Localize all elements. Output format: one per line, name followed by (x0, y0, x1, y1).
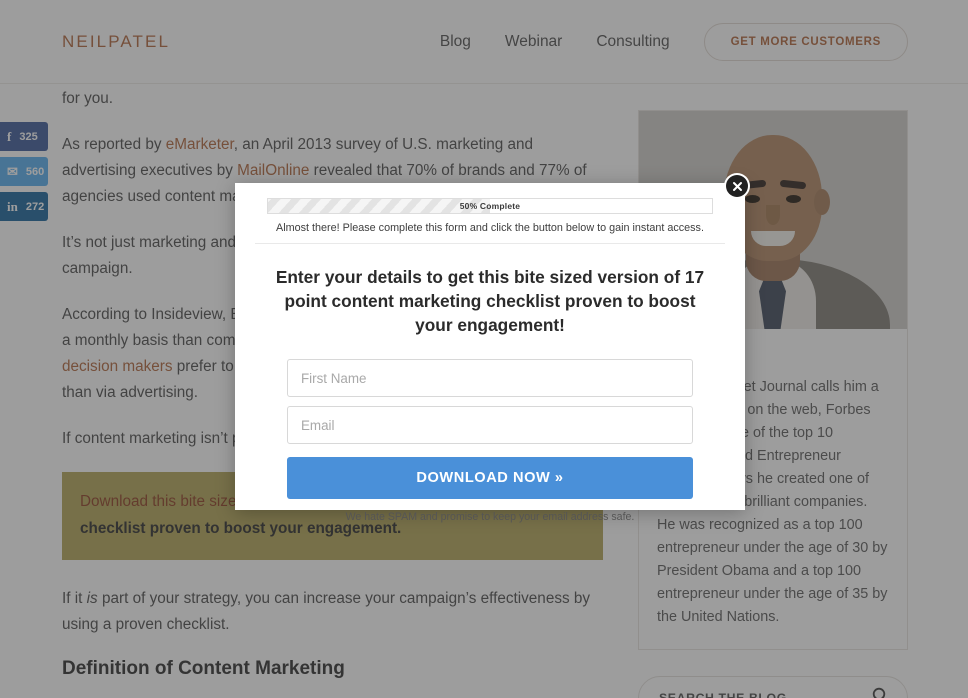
first-name-input[interactable] (287, 359, 693, 397)
progress-bar: 50% Complete (267, 198, 713, 214)
page-root: NEILPATEL Blog Webinar Consulting GET MO… (0, 0, 968, 698)
email-input[interactable] (287, 406, 693, 444)
lead-capture-form: DOWNLOAD NOW » We hate SPAM and promise … (287, 359, 693, 523)
lead-capture-modal: 50% Complete Almost there! Please comple… (235, 183, 745, 523)
download-now-button[interactable]: DOWNLOAD NOW » (287, 457, 693, 499)
modal-headline: Enter your details to get this bite size… (275, 267, 705, 335)
progress-bar-label: 50% Complete (459, 201, 521, 211)
close-icon[interactable] (726, 175, 748, 197)
spam-disclaimer: We hate SPAM and promise to keep your em… (345, 511, 635, 523)
modal-subtitle: Almost there! Please complete this form … (255, 222, 725, 244)
